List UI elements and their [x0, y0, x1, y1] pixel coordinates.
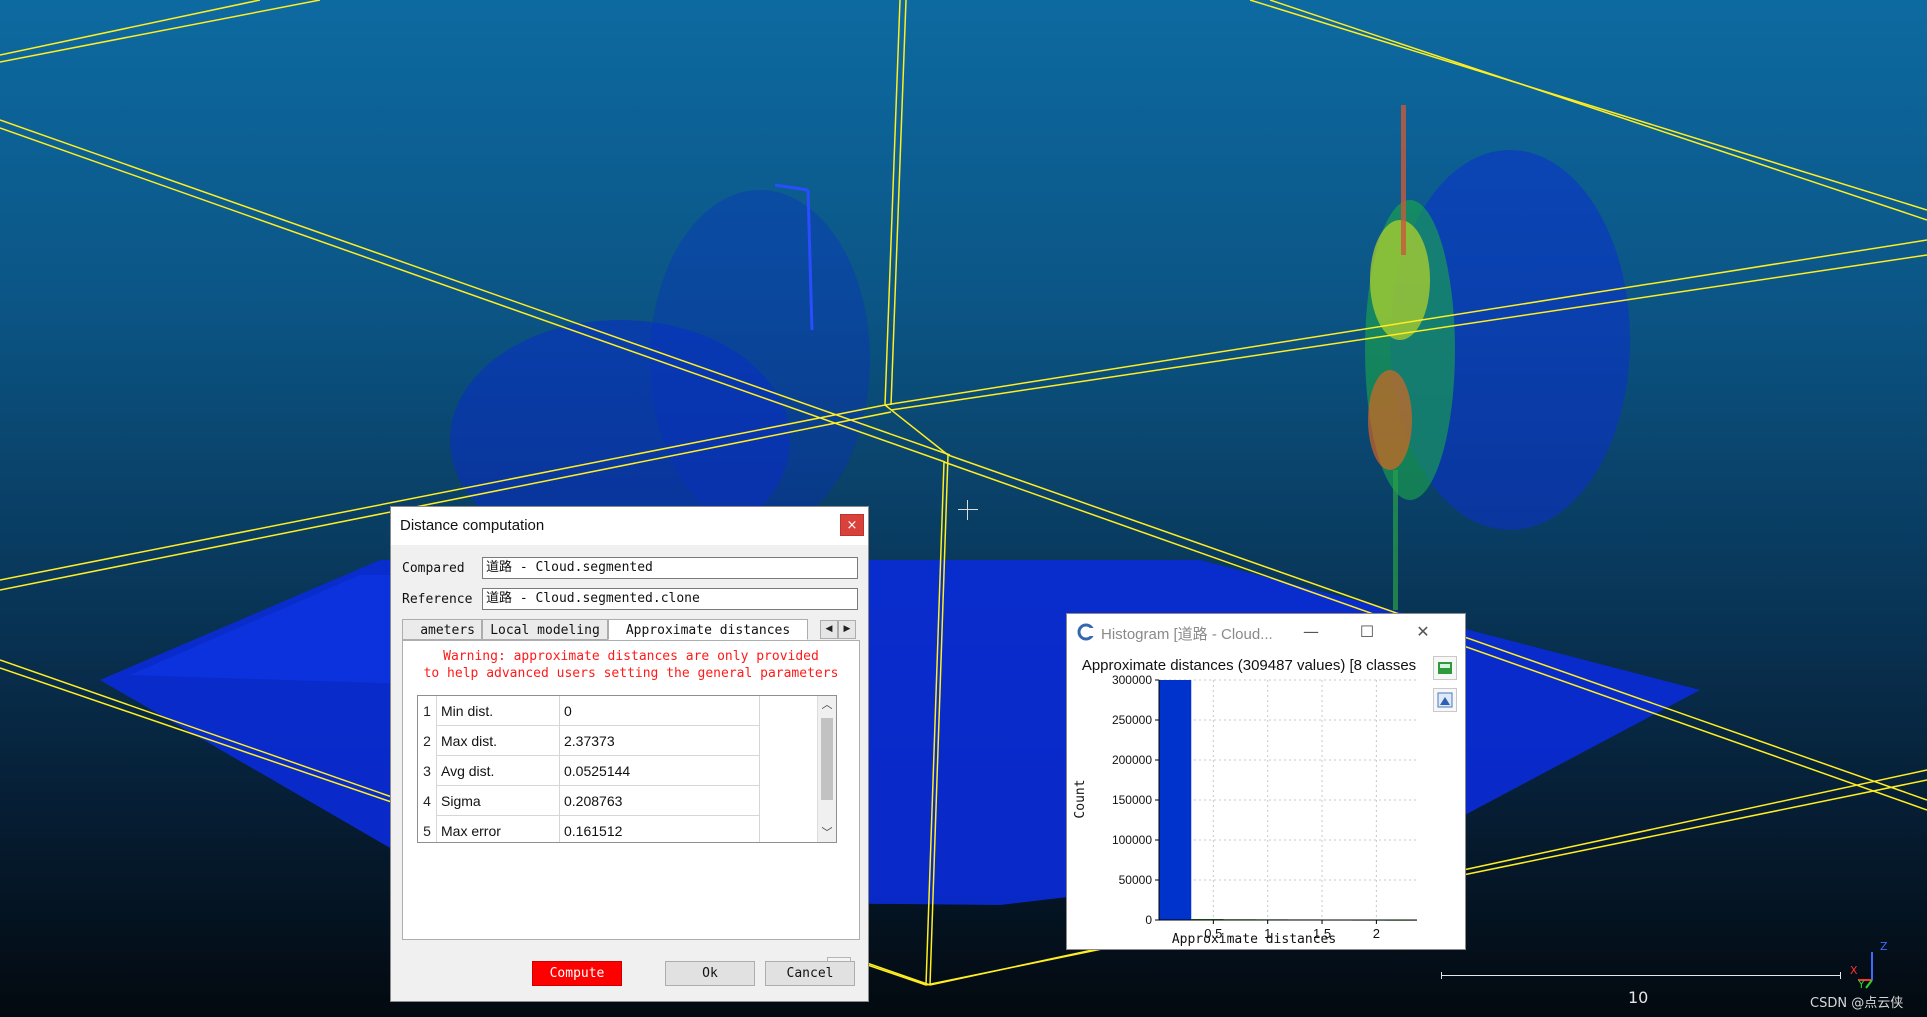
reference-combo[interactable]: 道路 - Cloud.segmented.clone: [482, 588, 858, 610]
crosshair-cursor: [958, 500, 978, 520]
histogram-chart: Approximate distances (309487 values) [8…: [1073, 657, 1417, 947]
scale-label: 10: [1628, 988, 1649, 1007]
compared-label: Compared: [402, 561, 465, 576]
table-row[interactable]: 3 Avg dist. 0.0525144: [418, 756, 818, 786]
warning-line-2: to help advanced users setting the gener…: [423, 666, 839, 681]
y-tick-label: 250000: [1112, 713, 1152, 727]
z-axis-label: Z: [1880, 940, 1888, 953]
x-axis-label: X: [1850, 964, 1858, 977]
row-number: 3: [423, 763, 431, 779]
y-tick-label: 150000: [1112, 793, 1152, 807]
tab-bar: ameters Local modeling Approximate dista…: [402, 619, 860, 640]
chart-axes: 0500001000001500002000002500003000000.5 1…: [1112, 673, 1417, 941]
row-number: 2: [423, 733, 431, 749]
scroll-down-icon[interactable]: ﹀: [818, 824, 836, 842]
tab-scroll-left-icon[interactable]: ◀: [820, 620, 838, 639]
row-number: 1: [423, 703, 431, 719]
chart-bars: [1159, 680, 1417, 921]
stat-name: Max error: [436, 816, 560, 842]
table-row[interactable]: 5 Max error 0.161512: [418, 816, 818, 842]
y-tick-label: 50000: [1119, 873, 1153, 887]
tab-scroll-right-icon[interactable]: ▶: [838, 620, 856, 639]
x-axis-title: Approximate distances: [1172, 932, 1336, 947]
dialog-title: Distance computation: [400, 517, 545, 534]
stat-name: Avg dist.: [436, 756, 560, 786]
compared-combo[interactable]: 道路 - Cloud.segmented: [482, 557, 858, 579]
stat-name: Max dist.: [436, 726, 560, 756]
y-axis-label: Y: [1858, 978, 1865, 991]
chart-grid: [1159, 679, 1417, 921]
histogram-bar: [1159, 680, 1192, 920]
y-tick-label: 300000: [1112, 673, 1152, 687]
3d-viewport[interactable]: 10 Z X Y CSDN @点云侠: [0, 0, 1927, 1017]
row-number: 5: [423, 823, 431, 839]
y-tick-label: 0: [1145, 913, 1152, 927]
distances-table: 1 Min dist. 0 2 Max dist. 2.37373 3 Avg …: [417, 695, 837, 843]
scale-bar: [1441, 972, 1841, 979]
dialog-close-button[interactable]: ×: [840, 514, 864, 536]
tab-local-modeling[interactable]: Local modeling: [482, 619, 608, 640]
compute-button[interactable]: Compute: [532, 961, 622, 986]
y-tick-label: 100000: [1112, 833, 1152, 847]
stat-value: 0.161512: [560, 816, 760, 842]
axis-gizmo: Z X Y: [1850, 940, 1890, 991]
scroll-thumb[interactable]: [821, 718, 833, 800]
scroll-up-icon[interactable]: ︿: [818, 696, 836, 714]
table-row[interactable]: 1 Min dist. 0: [418, 696, 818, 726]
table-row[interactable]: 4 Sigma 0.208763: [418, 786, 818, 816]
stat-value: 0.208763: [560, 786, 760, 816]
ok-button[interactable]: Ok: [665, 961, 755, 986]
y-tick-label: 200000: [1112, 753, 1152, 767]
tab-general-parameters[interactable]: ameters: [402, 619, 482, 640]
stat-value: 0: [560, 696, 760, 726]
warning-text: Warning: approximate distances are only …: [403, 648, 859, 682]
stat-value: 2.37373: [560, 726, 760, 756]
stat-name: Sigma: [436, 786, 560, 816]
reference-label: Reference: [402, 592, 473, 607]
stat-value: 0.0525144: [560, 756, 760, 786]
stat-name: Min dist.: [436, 696, 560, 726]
table-row[interactable]: 2 Max dist. 2.37373: [418, 726, 818, 756]
distance-computation-dialog: Distance computation × Compared 道路 - Clo…: [390, 506, 869, 1002]
watermark: CSDN @点云侠: [1810, 996, 1904, 1011]
row-number: 4: [423, 793, 431, 809]
y-axis-title: Count: [1073, 779, 1088, 818]
warning-line-1: Warning: approximate distances are only …: [443, 649, 819, 664]
chart-title: Approximate distances (309487 values) [8…: [1082, 657, 1416, 674]
histogram-window: Histogram [道路 - Cloud... — ☐ ✕ Approxima…: [1066, 613, 1466, 950]
table-scrollbar[interactable]: ︿ ﹀: [817, 696, 836, 842]
cancel-button[interactable]: Cancel: [765, 961, 855, 986]
approximate-distances-panel: Warning: approximate distances are only …: [402, 640, 860, 979]
tab-approximate-distances[interactable]: Approximate distances: [608, 619, 808, 640]
dialog-titlebar[interactable]: Distance computation ×: [391, 507, 868, 545]
x-tick-label: 2: [1373, 926, 1380, 941]
